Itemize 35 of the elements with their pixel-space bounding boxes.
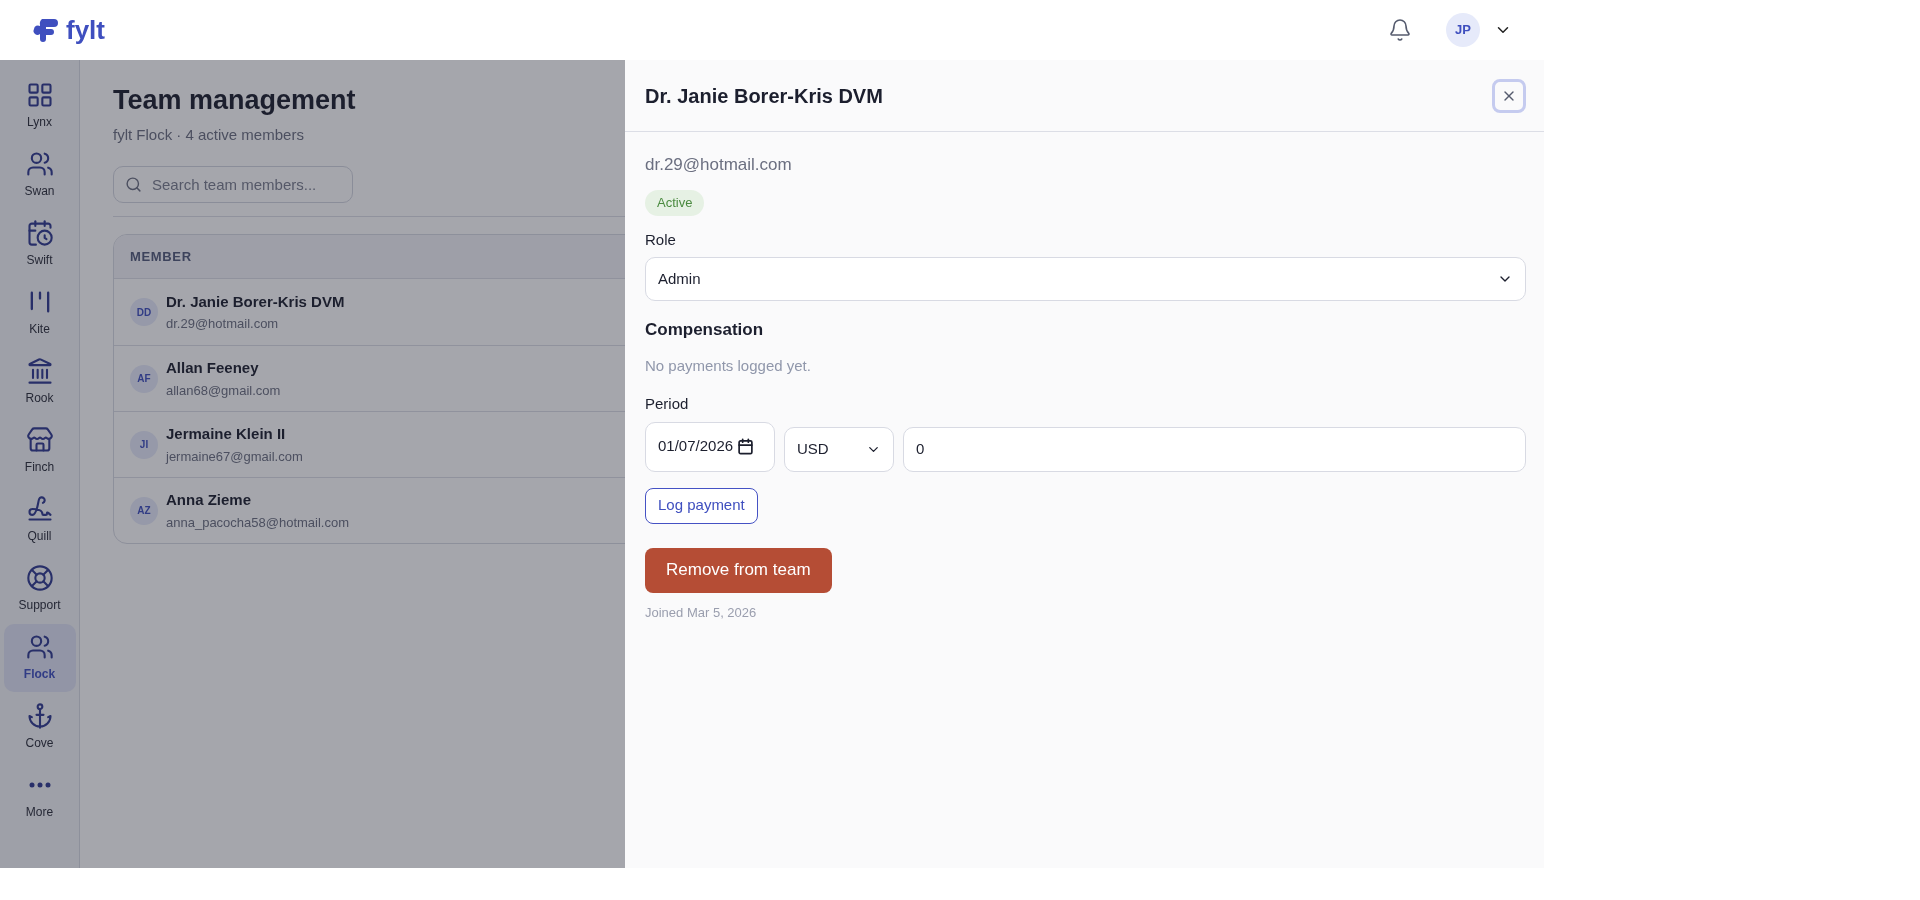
member-avatar: JI (130, 430, 158, 459)
member-email: dr.29@hotmail.com (645, 154, 793, 176)
sidebar-label: Support (18, 597, 61, 614)
member-name: Dr. Janie Borer-Kris DVM (166, 291, 345, 312)
sidebar-label: Swift (26, 252, 53, 269)
sidebar-label: Flock (23, 666, 56, 683)
member-avatar: AF (130, 364, 158, 393)
sidebar-label: More (25, 804, 54, 821)
empty-message: No payments logged yet. (645, 355, 812, 376)
column-header: MEMBER (130, 248, 193, 266)
sidebar-label: Quill (27, 528, 52, 545)
sidebar-label: Kite (29, 321, 50, 338)
sidebar-label: Finch (24, 459, 55, 476)
sidebar-label: Swan (24, 183, 55, 200)
role-label: Role (645, 229, 677, 250)
sidebar-label: Cove (25, 735, 54, 752)
page-subtitle: fylt Flock · 4 active members (113, 124, 305, 145)
panel-title: Dr. Janie Borer-Kris DVM (645, 83, 883, 109)
sidebar-label: Lynx (27, 114, 52, 131)
member-name: Jermaine Klein II (166, 424, 287, 445)
status-badge: Active (645, 189, 705, 216)
member-email: anna_pacocha58@hotmail.com (166, 513, 350, 532)
member-email: jermaine67@gmail.com (166, 447, 303, 466)
section-title: Compensation (645, 319, 765, 341)
member-name: Allan Feeney (166, 358, 260, 379)
member-avatar: DD (130, 298, 158, 327)
logo-text: fylt (66, 17, 105, 43)
period-label: Period (645, 394, 690, 414)
member-email: allan68@gmail.com (166, 381, 281, 400)
joined-date: Joined Mar 5, 2026 (645, 603, 758, 622)
sidebar-label: Rook (25, 390, 54, 407)
member-avatar: AZ (130, 496, 158, 525)
member-email: dr.29@hotmail.com (166, 315, 280, 334)
page-title: Team management (113, 84, 356, 117)
member-name: Anna Zieme (166, 490, 253, 511)
